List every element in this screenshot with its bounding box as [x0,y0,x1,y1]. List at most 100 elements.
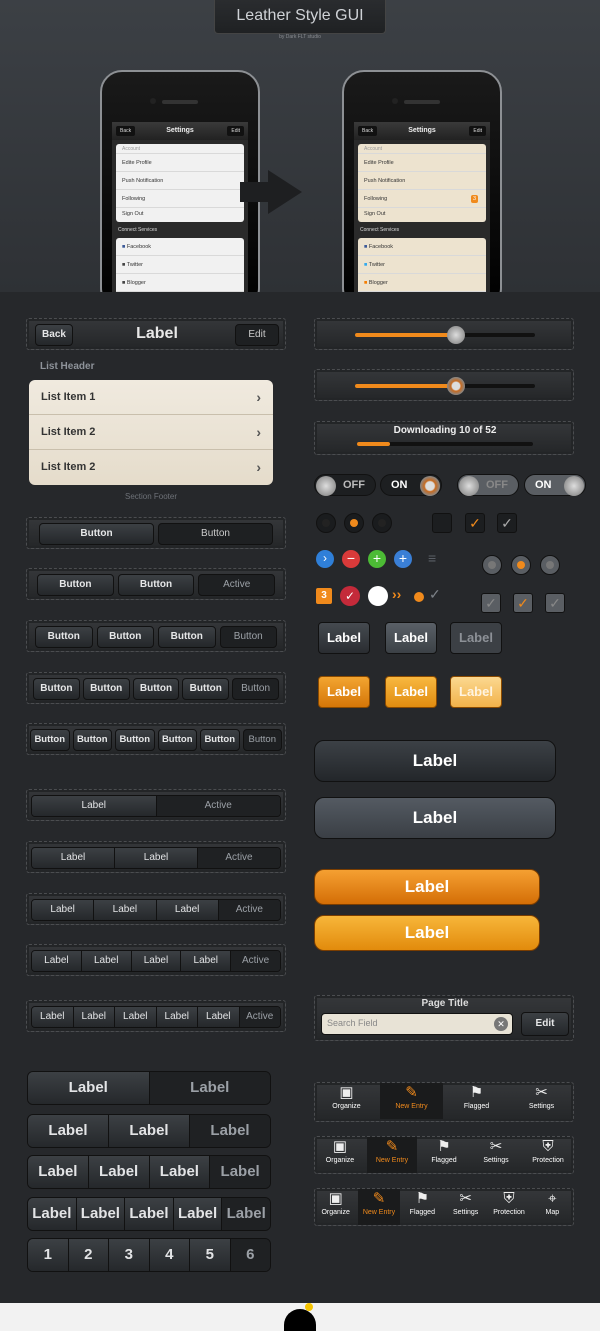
segment[interactable]: Label [32,951,82,971]
tab-settings[interactable]: ✂ Settings [510,1083,573,1119]
checkbox-on[interactable]: ✓ [513,593,533,613]
toggle-on[interactable]: ON [380,474,442,496]
list-item[interactable]: List Item 2 › [29,415,273,450]
add-icon[interactable]: + [394,550,412,568]
segment-active[interactable]: Active [198,848,280,868]
bar-button[interactable]: Button [96,626,154,648]
big-button[interactable]: Label [314,797,556,839]
segment[interactable]: Label [115,1007,157,1027]
label-button-orange[interactable]: Label [318,676,370,708]
page-button[interactable]: 3 [109,1239,150,1271]
tab-organize[interactable]: ▣ Organize [315,1083,378,1119]
segment[interactable]: Label [109,1115,190,1147]
bar-button[interactable]: Button [232,678,279,700]
phone-row[interactable]: Push Notification [116,172,244,190]
segment[interactable]: Label [28,1198,77,1230]
segment[interactable]: Label [81,951,132,971]
tab-settings[interactable]: ✂ Settings [445,1189,486,1225]
segment[interactable]: Label [125,1198,174,1230]
radio-off[interactable] [540,555,560,575]
bar-button[interactable]: Button [82,678,130,700]
label-button[interactable]: Label [318,622,370,654]
segment[interactable]: Label [32,1007,74,1027]
checkbox-off[interactable] [432,513,452,533]
segment-active[interactable]: Label [222,1198,270,1230]
edit-button[interactable]: Edit [235,324,279,346]
checkbox-on[interactable]: ✓ [497,513,517,533]
phone-row[interactable]: ■ Facebook [116,238,244,256]
phone-row[interactable]: Push Notification [358,172,486,190]
segment[interactable]: Label [156,1007,198,1027]
segment-active[interactable]: Active [218,900,280,920]
segment[interactable]: Label [173,1198,223,1230]
phone-row[interactable]: ■ Twitter [116,256,244,274]
radio-off[interactable] [482,555,502,575]
bar-button[interactable]: Button [158,523,273,545]
bar-button[interactable]: Button [117,574,195,596]
radio-on[interactable] [511,555,531,575]
big-button-orange[interactable]: Label [314,869,540,905]
phone-row[interactable]: Following [116,190,244,208]
segment[interactable]: Label [28,1156,89,1188]
segment-active[interactable]: Active [156,796,280,816]
segment[interactable]: Label [198,1007,240,1027]
checkbox-on[interactable]: ✓ [481,593,501,613]
tab-protection[interactable]: ⛨ Protection [523,1137,573,1173]
phone-row[interactable]: ■ Twitter [358,256,486,274]
big-button[interactable]: Label [314,740,556,782]
page-button[interactable]: 4 [149,1239,190,1271]
tab-protection[interactable]: ⛨ Protection [488,1189,529,1225]
bar-button[interactable]: Button [30,729,70,751]
label-button-orange[interactable]: Label [385,676,437,708]
bar-button[interactable]: Button [219,626,277,648]
segment[interactable]: Label [181,951,232,971]
phone-row[interactable]: ■ Blogger [358,274,486,292]
phone-row[interactable]: Sign Out [358,208,486,220]
segment[interactable]: Label [73,1007,115,1027]
segment[interactable]: Label [28,1072,150,1104]
back-button[interactable]: Back [35,324,73,346]
segment[interactable]: Label [32,900,95,920]
list-item[interactable]: List Item 2 › [29,450,273,485]
page-button-active[interactable]: 6 [230,1239,270,1271]
segment-active[interactable]: Label [210,1156,270,1188]
segment-active[interactable]: Label [149,1072,270,1104]
bar-button[interactable]: Button [242,729,282,751]
phone-row[interactable]: Edite Profile [116,154,244,172]
slider-thumb[interactable] [446,377,465,395]
phone-back-button[interactable]: Back [358,126,378,136]
tab-organize[interactable]: ▣ Organize [315,1189,356,1225]
clear-icon[interactable]: ✕ [494,1017,508,1031]
radio-on[interactable] [344,513,364,533]
search-input[interactable]: Search Field ✕ [321,1013,513,1035]
segment[interactable]: Label [88,1156,150,1188]
bar-button[interactable]: Button [200,729,240,751]
radio-off[interactable] [316,513,336,533]
tab-organize[interactable]: ▣ Organize [315,1137,365,1173]
phone-row[interactable]: ■ Blogger [116,274,244,292]
edit-button[interactable]: Edit [521,1012,569,1036]
tab-new-entry[interactable]: ✎ New Entry [367,1137,417,1173]
phone-row[interactable]: ■ Facebook [358,238,486,256]
big-button-orange[interactable]: Label [314,915,540,951]
segment[interactable]: Label [32,848,115,868]
label-button[interactable]: Label [385,622,437,654]
minus-icon[interactable]: − [342,550,360,568]
page-button[interactable]: 1 [28,1239,69,1271]
disclosure-icon[interactable]: › [316,550,334,568]
segment-active[interactable]: Label [190,1115,270,1147]
tab-flagged[interactable]: ⚑ Flagged [419,1137,469,1173]
phone-back-button[interactable]: Back [116,126,136,136]
bar-button[interactable]: Button [33,678,80,700]
segment[interactable]: Label [28,1115,109,1147]
tab-new-entry[interactable]: ✎ New Entry [380,1083,443,1119]
phone-row[interactable]: Sign Out [116,208,244,220]
segment[interactable]: Label [32,796,157,816]
menu-icon[interactable]: ≡ [428,550,436,566]
bar-button[interactable]: Button [72,729,112,751]
phone-edit-button[interactable]: Edit [227,126,244,136]
check-circle-icon[interactable]: ✓ [340,586,360,606]
segment-active[interactable]: Active [239,1007,280,1027]
tab-settings[interactable]: ✂ Settings [471,1137,521,1173]
segment[interactable]: Label [115,848,198,868]
